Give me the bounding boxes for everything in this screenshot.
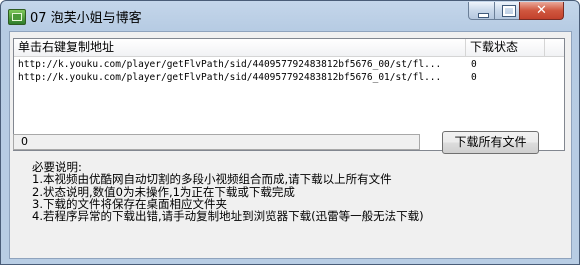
- row-status: 0: [471, 72, 477, 83]
- close-button[interactable]: ✕: [519, 2, 564, 20]
- list-row[interactable]: http://k.youku.com/player/getFlvPath/sid…: [14, 58, 564, 71]
- row-url: http://k.youku.com/player/getFlvPath/sid…: [18, 72, 442, 83]
- client-area: 单击右键复制地址 下载状态 http://k.youku.com/player/…: [9, 31, 572, 259]
- title-bar[interactable]: 07 泡芙小姐与博客 ✕: [1, 1, 579, 31]
- column-header-url[interactable]: 单击右键复制地址: [14, 39, 466, 56]
- list-header: 单击右键复制地址 下载状态: [14, 39, 564, 57]
- close-icon: ✕: [536, 3, 547, 18]
- list-row[interactable]: http://k.youku.com/player/getFlvPath/sid…: [14, 71, 564, 84]
- download-all-button[interactable]: 下载所有文件: [442, 131, 539, 154]
- window-title: 07 泡芙小姐与博客: [30, 11, 142, 26]
- minimize-button[interactable]: [468, 2, 495, 20]
- progress-status-field: 0: [13, 134, 420, 150]
- note-line: 1.本视频由优酷网自动切割的多段小视频组合而成,请下载以上所有文件: [32, 172, 392, 187]
- column-header-status[interactable]: 下载状态: [466, 39, 545, 56]
- app-icon: [8, 9, 26, 25]
- maximize-button[interactable]: [494, 2, 520, 20]
- app-window: 07 泡芙小姐与博客 ✕ 单击右键复制地址 下载状态 http://k.youk…: [0, 0, 580, 265]
- row-status: 0: [471, 59, 477, 70]
- row-url: http://k.youku.com/player/getFlvPath/sid…: [18, 59, 442, 70]
- notes-section: 必要说明: 1.本视频由优酷网自动切割的多段小视频组合而成,请下载以上所有文件 …: [32, 161, 552, 224]
- note-line: 4.若程序异常的下载出错,请手动复制地址到浏览器下载(迅雷等一般无法下载): [32, 209, 424, 224]
